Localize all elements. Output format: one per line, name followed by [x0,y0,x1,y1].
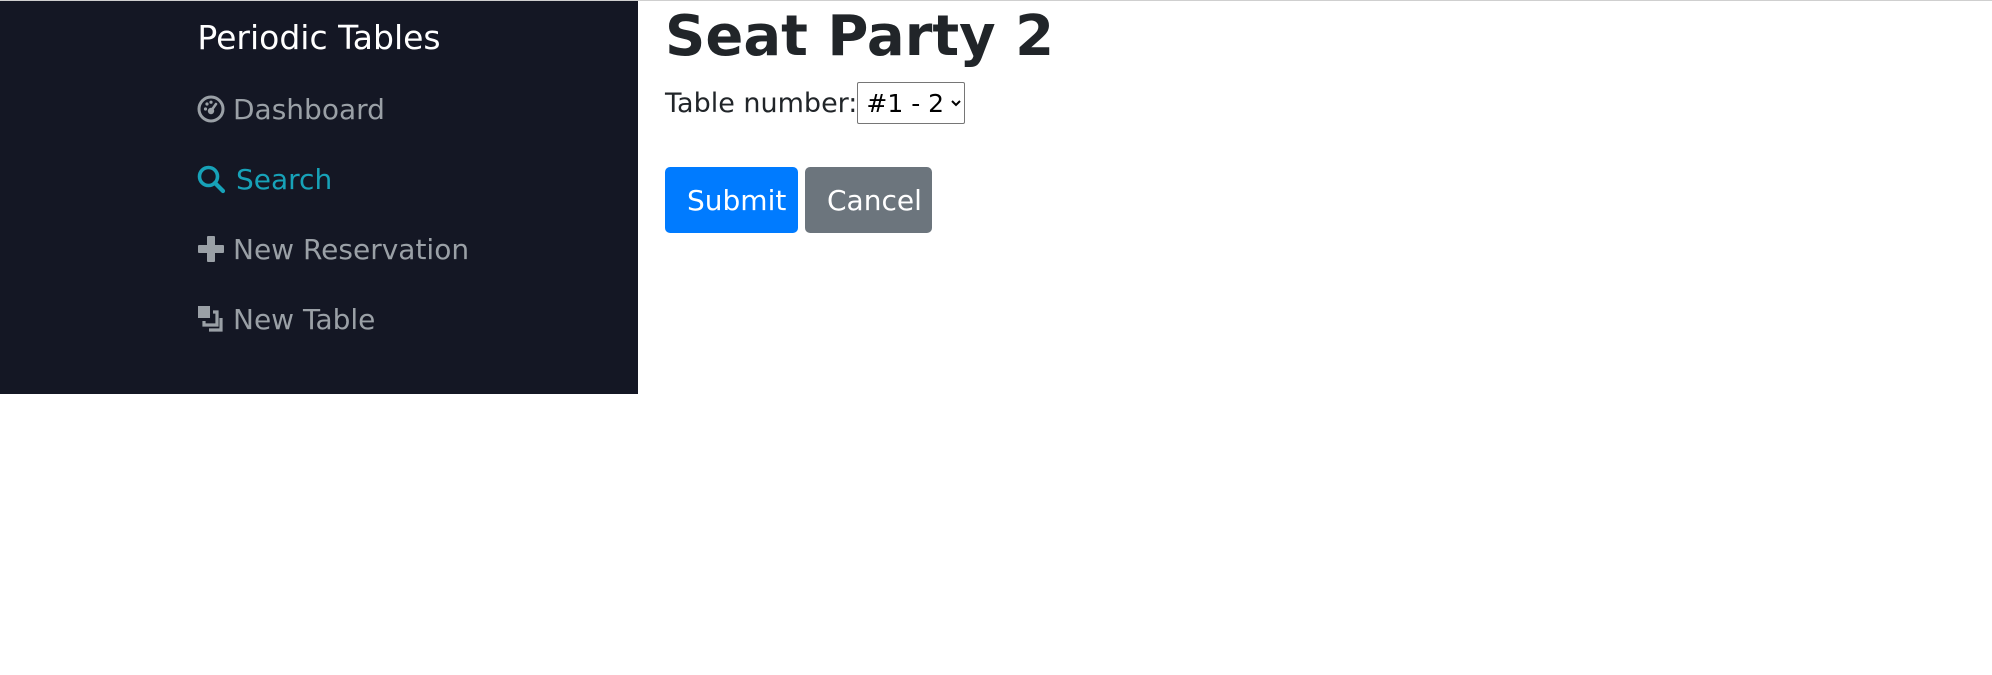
submit-button[interactable]: Submit [665,167,798,233]
table-select-row: Table number: #1 - 2 [665,82,966,124]
layers-icon [196,304,226,334]
dashboard-gauge-icon [196,94,226,124]
sidebar-item-label: New Table [233,302,376,336]
brand-title[interactable]: Periodic Tables [0,17,638,59]
search-icon [196,164,226,194]
form-actions: Submit Cancel [665,167,932,233]
plus-icon [196,234,226,264]
cancel-button[interactable]: Cancel [805,167,932,233]
table-number-label: Table number: [665,87,858,119]
page-title: Seat Party 2 [665,4,1055,69]
table-number-select[interactable]: #1 - 2 [857,82,966,124]
sidebar-item-new-reservation[interactable]: New Reservation [196,229,469,269]
sidebar-item-new-table[interactable]: New Table [196,299,375,339]
sidebar-item-label: Dashboard [233,92,385,126]
sidebar-item-dashboard[interactable]: Dashboard [196,89,385,129]
sidebar: Periodic Tables Dashboard Search New Res… [0,1,638,394]
sidebar-item-label: Search [236,162,333,196]
sidebar-item-search[interactable]: Search [196,159,332,199]
sidebar-item-label: New Reservation [233,232,470,266]
